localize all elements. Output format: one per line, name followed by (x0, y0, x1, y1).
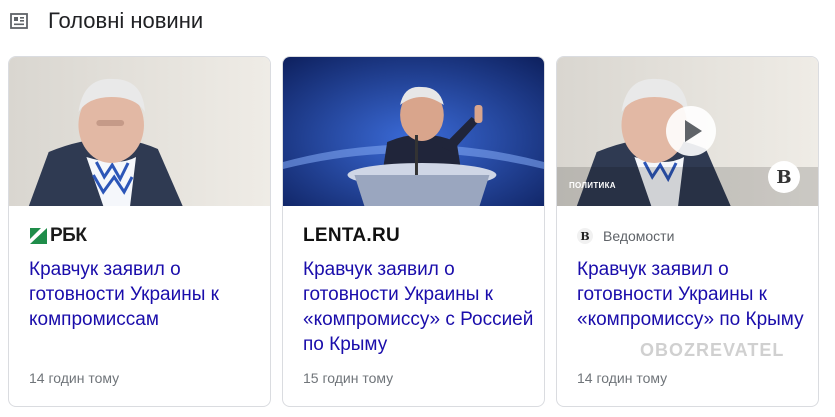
news-card[interactable]: LENTA.RU Кравчук заявил о готовности Укр… (282, 56, 545, 407)
source-name: РБК (50, 225, 87, 246)
thumbnail-tag: ПОЛИТИКА (569, 181, 616, 190)
section-title: Головні новини (48, 8, 204, 33)
newspaper-icon (10, 13, 28, 29)
news-thumbnail[interactable] (283, 57, 544, 206)
news-timestamp: 14 годин тому (29, 370, 120, 386)
news-thumbnail[interactable]: ПОЛИТИКА B (557, 57, 818, 206)
rbc-logo-icon (30, 228, 47, 244)
watermark: OBOZREVATEL (640, 340, 785, 360)
vedomosti-badge-icon: B (577, 228, 593, 244)
news-source: B Ведомости (577, 225, 674, 247)
news-card[interactable]: РБК Кравчук заявил о готовности Украины … (8, 56, 271, 407)
news-source: РБК (29, 225, 87, 247)
news-headline-link[interactable]: Кравчук заявил о готовности Украины к «к… (303, 257, 538, 357)
section-header: Головні новини (10, 6, 203, 36)
news-headline-link[interactable]: Кравчук заявил о готовности Украины к ко… (29, 257, 264, 332)
news-thumbnail[interactable] (9, 57, 270, 206)
news-headline-link[interactable]: Кравчук заявил о готовности Украины к «к… (577, 257, 812, 332)
source-name: Ведомости (603, 228, 675, 244)
source-name: LENTA.RU (303, 225, 401, 246)
news-source: LENTA.RU (303, 225, 400, 247)
news-timestamp: 15 годин тому (303, 370, 394, 386)
news-timestamp: 14 годин тому (577, 370, 668, 386)
vedomosti-logo-icon: B (768, 161, 800, 193)
play-video-button[interactable] (666, 106, 716, 156)
